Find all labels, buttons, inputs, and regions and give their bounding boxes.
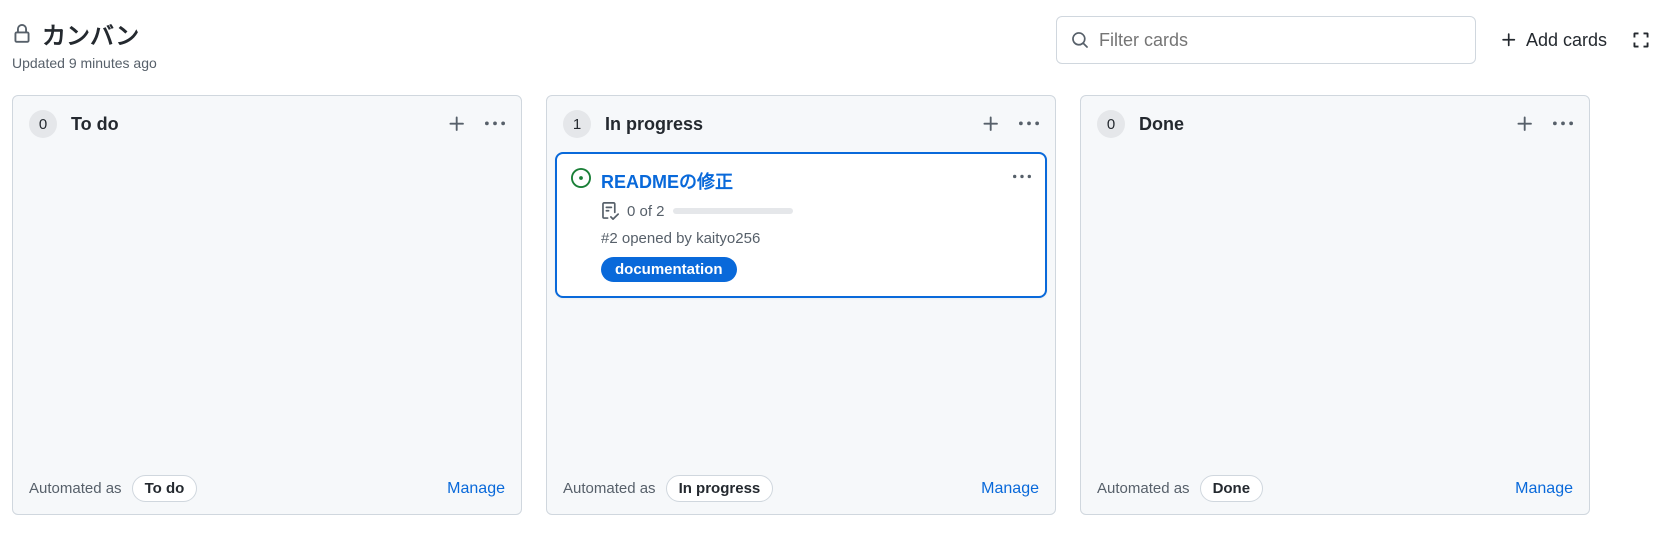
- automated-value: In progress: [666, 475, 774, 502]
- automated-value: To do: [132, 475, 198, 502]
- column-footer: Automated as To do Manage: [13, 463, 521, 514]
- board-columns: 0 To do Automated as To do Manage: [12, 95, 1651, 515]
- filter-cards-search[interactable]: [1056, 16, 1476, 64]
- issue-open-icon: [571, 168, 591, 188]
- column-body[interactable]: [13, 152, 521, 463]
- column-footer: Automated as In progress Manage: [547, 463, 1055, 514]
- label-pill[interactable]: documentation: [601, 257, 737, 282]
- automated-label: Automated as: [563, 480, 656, 497]
- add-cards-button[interactable]: Add cards: [1500, 30, 1607, 51]
- column-inprogress: 1 In progress READMEの修正: [546, 95, 1056, 515]
- add-card-button[interactable]: [447, 114, 467, 134]
- manage-link[interactable]: Manage: [981, 480, 1039, 498]
- manage-link[interactable]: Manage: [447, 480, 505, 498]
- column-done: 0 Done Automated as Done Manage: [1080, 95, 1590, 515]
- card-title[interactable]: READMEの修正: [601, 168, 733, 194]
- column-header: 1 In progress: [547, 96, 1055, 152]
- manage-link[interactable]: Manage: [1515, 480, 1573, 498]
- plus-icon: [1500, 31, 1518, 49]
- column-todo: 0 To do Automated as To do Manage: [12, 95, 522, 515]
- column-title: In progress: [605, 114, 703, 135]
- card-menu-button[interactable]: [1013, 168, 1031, 186]
- header-left: カンバン Updated 9 minutes ago: [12, 16, 157, 71]
- project-header: カンバン Updated 9 minutes ago Add cards: [12, 16, 1651, 71]
- fullscreen-button[interactable]: [1631, 30, 1651, 50]
- progress-bar: [673, 208, 793, 214]
- column-title: Done: [1139, 114, 1184, 135]
- title-row: カンバン: [12, 16, 157, 51]
- column-body[interactable]: READMEの修正 0 of 2 #2 opened by kaityo25: [547, 152, 1055, 463]
- column-menu-button[interactable]: [1553, 114, 1573, 134]
- issue-card[interactable]: READMEの修正 0 of 2 #2 opened by kaityo25: [555, 152, 1047, 298]
- column-body[interactable]: [1081, 152, 1589, 463]
- column-footer: Automated as Done Manage: [1081, 463, 1589, 514]
- search-icon: [1071, 31, 1089, 49]
- add-cards-label: Add cards: [1526, 30, 1607, 51]
- automated-label: Automated as: [29, 480, 122, 497]
- column-menu-button[interactable]: [1019, 114, 1039, 134]
- column-title: To do: [71, 114, 119, 135]
- add-card-button[interactable]: [1515, 114, 1535, 134]
- column-count-badge: 0: [1097, 110, 1125, 138]
- column-count-badge: 1: [563, 110, 591, 138]
- header-right: Add cards: [1056, 16, 1651, 64]
- column-header: 0 To do: [13, 96, 521, 152]
- add-card-button[interactable]: [981, 114, 1001, 134]
- lock-icon: [12, 24, 32, 44]
- opened-by: #2 opened by kaityo256: [601, 230, 1031, 247]
- checklist-icon: [601, 202, 619, 220]
- checklist-text: 0 of 2: [627, 203, 665, 220]
- project-title: カンバン: [42, 16, 139, 51]
- column-count-badge: 0: [29, 110, 57, 138]
- automated-value: Done: [1200, 475, 1264, 502]
- filter-cards-input[interactable]: [1099, 30, 1461, 51]
- project-updated: Updated 9 minutes ago: [12, 55, 157, 71]
- column-header: 0 Done: [1081, 96, 1589, 152]
- automated-label: Automated as: [1097, 480, 1190, 497]
- checklist-row: 0 of 2: [601, 202, 1031, 220]
- column-menu-button[interactable]: [485, 114, 505, 134]
